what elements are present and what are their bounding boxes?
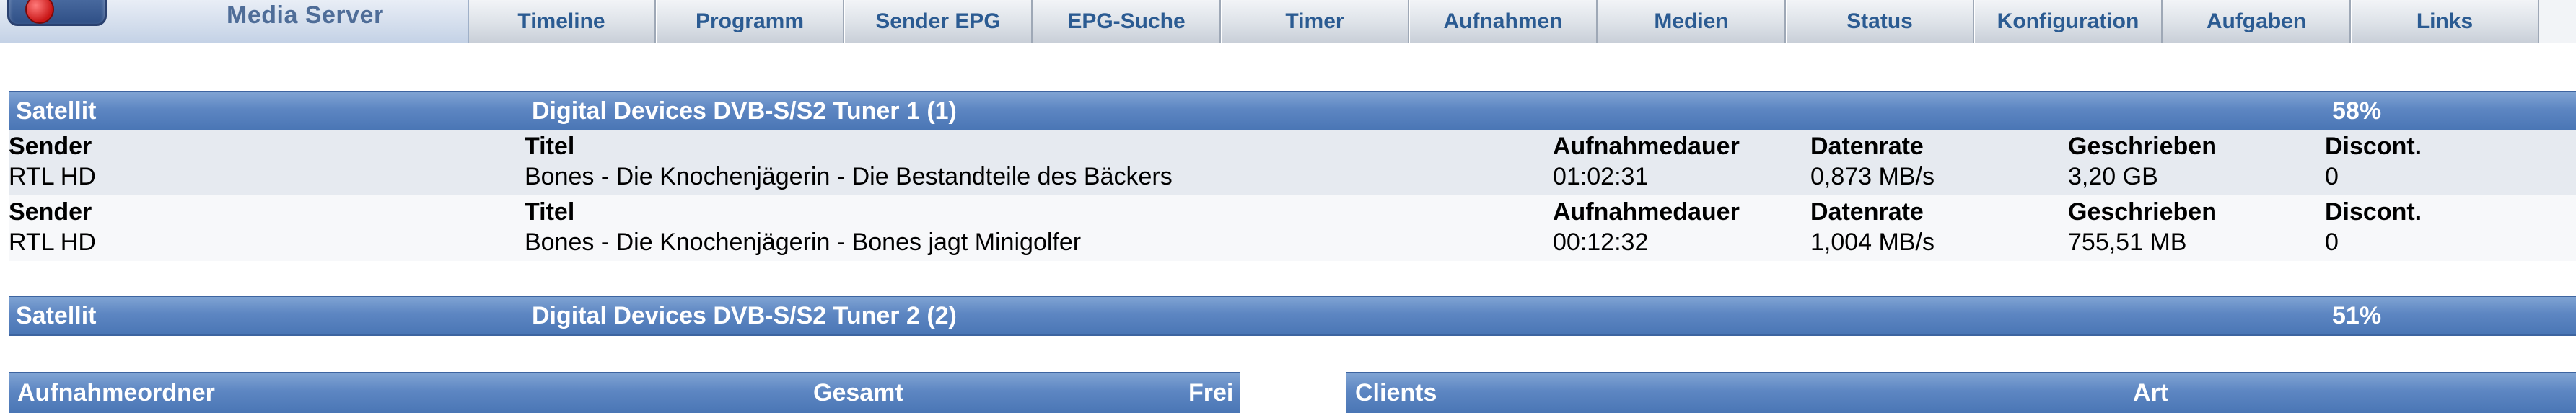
main-nav: Timeline Programm Sender EPG EPG-Suche T… <box>468 0 2539 43</box>
logo-area[interactable]: Media Server <box>0 0 469 43</box>
nav-item-sender-epg[interactable]: Sender EPG <box>844 0 1033 43</box>
tuner-2-header-bar: Satellit Digital Devices DVB-S/S2 Tuner … <box>9 296 2576 336</box>
nav-item-links[interactable]: Links <box>2351 0 2539 43</box>
header-titel: Titel <box>525 133 575 160</box>
nav-item-aufnahmen[interactable]: Aufnahmen <box>1409 0 1598 43</box>
recording-datenrate: 1,004 MB/s <box>1810 228 1935 256</box>
header-sender: Sender <box>9 198 92 226</box>
media-server-logo-icon <box>7 0 107 26</box>
header-geschrieben: Geschrieben <box>2068 198 2217 226</box>
recording-dauer: 01:02:31 <box>1553 163 1649 190</box>
tuner-2-load: 51% <box>2332 302 2382 329</box>
header-aufnahmedauer: Aufnahmedauer <box>1553 198 1740 226</box>
recording-row: Sender Titel Aufnahmedauer Datenrate Ges… <box>9 130 2576 195</box>
tuner-1-name: Digital Devices DVB-S/S2 Tuner 1 (1) <box>532 97 957 125</box>
top-navigation-bar: Media Server Timeline Programm Sender EP… <box>0 0 2576 43</box>
nav-item-epg-suche[interactable]: EPG-Suche <box>1033 0 1221 43</box>
recording-geschrieben: 755,51 MB <box>2068 228 2187 256</box>
recording-titel: Bones - Die Knochenjägerin - Die Bestand… <box>525 163 1173 190</box>
col-gesamt: Gesamt <box>813 379 903 407</box>
header-aufnahmedauer: Aufnahmedauer <box>1553 133 1740 160</box>
clients-header: Clients Art <box>1346 372 2576 413</box>
recording-sender: RTL HD <box>9 163 96 190</box>
recording-titel: Bones - Die Knochenjägerin - Bones jagt … <box>525 228 1082 256</box>
tuner-2-type: Satellit <box>16 302 97 329</box>
header-titel: Titel <box>525 198 575 226</box>
recording-folders-header: Aufnahmeordner Gesamt Frei <box>9 372 1240 413</box>
col-aufnahmeordner: Aufnahmeordner <box>17 379 215 407</box>
header-datenrate: Datenrate <box>1810 133 1924 160</box>
col-art: Art <box>2133 379 2169 407</box>
tuner-1-load: 58% <box>2332 97 2382 125</box>
header-sender: Sender <box>9 133 92 160</box>
tuner-1-type: Satellit <box>16 97 97 125</box>
nav-filler <box>2539 0 2576 43</box>
tuner-2-name: Digital Devices DVB-S/S2 Tuner 2 (2) <box>532 302 957 329</box>
nav-item-programm[interactable]: Programm <box>656 0 844 43</box>
record-dot-icon <box>25 0 54 24</box>
nav-item-status[interactable]: Status <box>1786 0 1974 43</box>
nav-item-konfiguration[interactable]: Konfiguration <box>1974 0 2163 43</box>
logo-text: Media Server <box>227 1 384 29</box>
recording-discont: 0 <box>2325 228 2339 256</box>
recording-sender: RTL HD <box>9 228 96 256</box>
nav-item-medien[interactable]: Medien <box>1598 0 1786 43</box>
nav-item-timer[interactable]: Timer <box>1221 0 1409 43</box>
recording-dauer: 00:12:32 <box>1553 228 1649 256</box>
col-clients: Clients <box>1355 379 1437 407</box>
recording-discont: 0 <box>2325 163 2339 190</box>
header-datenrate: Datenrate <box>1810 198 1924 226</box>
tuner-1-header-bar: Satellit Digital Devices DVB-S/S2 Tuner … <box>9 91 2576 131</box>
header-discont: Discont. <box>2325 198 2422 226</box>
recording-datenrate: 0,873 MB/s <box>1810 163 1935 190</box>
recording-geschrieben: 3,20 GB <box>2068 163 2158 190</box>
nav-item-aufgaben[interactable]: Aufgaben <box>2163 0 2351 43</box>
recording-row: Sender Titel Aufnahmedauer Datenrate Ges… <box>9 195 2576 261</box>
header-geschrieben: Geschrieben <box>2068 133 2217 160</box>
col-frei: Frei <box>1188 379 1234 407</box>
header-discont: Discont. <box>2325 133 2422 160</box>
media-server-status-page: Media Server Timeline Programm Sender EP… <box>0 0 2576 413</box>
nav-item-timeline[interactable]: Timeline <box>468 0 656 43</box>
